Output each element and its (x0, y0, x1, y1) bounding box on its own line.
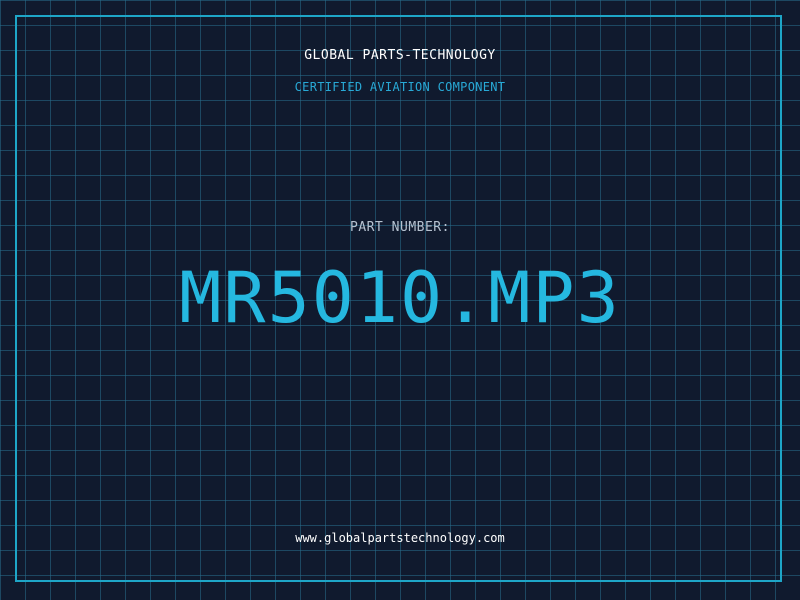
website-url[interactable]: www.globalpartstechnology.com (0, 531, 800, 545)
certification-subtitle: CERTIFIED AVIATION COMPONENT (294, 80, 506, 94)
company-name: GLOBAL PARTS-TECHNOLOGY (304, 48, 496, 63)
certificate-card: GLOBAL PARTS-TECHNOLOGY CERTIFIED AVIATI… (0, 0, 800, 600)
part-number-value: MR5010.MP3 (179, 257, 621, 339)
part-number-label: PART NUMBER: (350, 220, 450, 235)
